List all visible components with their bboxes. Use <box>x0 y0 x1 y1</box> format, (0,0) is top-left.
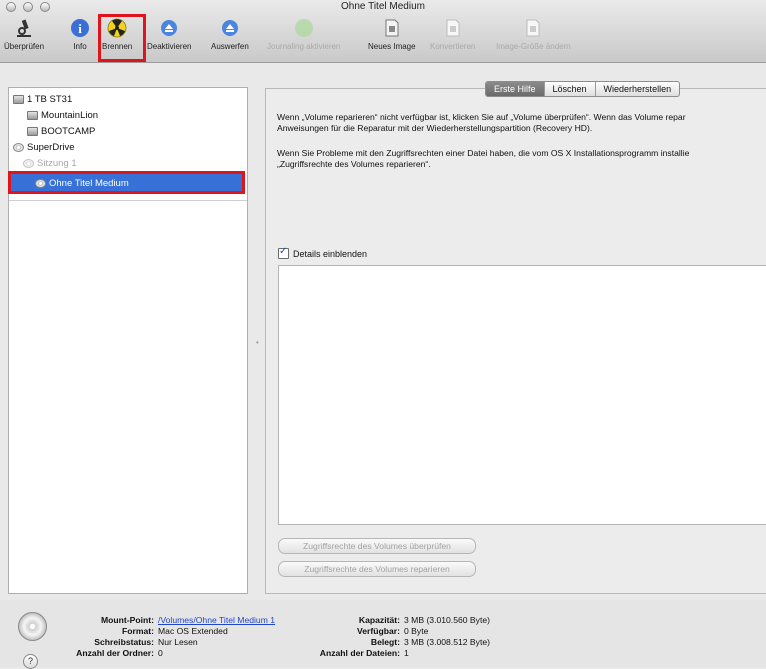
info-value: 1 <box>404 648 409 658</box>
first-aid-text-line: „Zugriffsrechte des Volumes reparieren“. <box>277 159 431 169</box>
toolbar-convert-button[interactable]: Konvertieren <box>430 18 475 51</box>
sidebar-item-bootcamp[interactable]: BOOTCAMP <box>27 123 265 139</box>
volume-icon <box>27 110 38 120</box>
toolbar-label: Deaktivieren <box>147 42 192 51</box>
verify-permissions-button[interactable]: Zugriffsrechte des Volumes überprüfen <box>278 538 476 554</box>
mount-point-link[interactable]: /Volumes/Ohne Titel Medium 1 <box>158 615 275 625</box>
sidebar-item-label: SuperDrive <box>27 141 75 153</box>
info-value: Mac OS Extended <box>158 626 228 636</box>
convert-icon <box>446 19 460 37</box>
info-label: Schreibstatus: <box>94 637 154 647</box>
info-label: Mount-Point: <box>101 615 154 625</box>
info-value: 0 Byte <box>404 626 429 636</box>
toolbar-label: Konvertieren <box>430 42 476 51</box>
toolbar-journaling-button[interactable]: Journaling aktivieren <box>267 18 340 51</box>
sidebar-divider <box>9 200 247 201</box>
info-label: Kapazität: <box>358 615 400 625</box>
sidebar-item-disk[interactable]: 1 TB ST31 <box>13 91 251 107</box>
available-row: Verfügbar: 0 Byte <box>300 626 428 636</box>
tab-first-aid[interactable]: Erste Hilfe <box>486 82 545 96</box>
sidebar-item-label: MountainLion <box>41 109 99 121</box>
tab-bar: Erste Hilfe Löschen Wiederherstellen <box>485 81 681 97</box>
info-label: Anzahl der Ordner: <box>76 648 154 658</box>
first-aid-text-line: Wenn Sie Probleme mit den Zugriffsrechte… <box>277 148 690 158</box>
toolbar-eject-button[interactable]: Auswerfen <box>211 18 249 51</box>
write-status-row: Schreibstatus: Nur Lesen <box>60 637 198 647</box>
optical-drive-icon <box>13 142 24 152</box>
info-label: Format: <box>122 626 154 636</box>
svg-text:i: i <box>78 21 82 36</box>
info-value: Nur Lesen <box>158 637 198 647</box>
sidebar-item-mountainlion[interactable]: MountainLion <box>27 107 265 123</box>
repair-permissions-button[interactable]: Zugriffsrechte des Volumes reparieren <box>278 561 476 577</box>
window-title: Ohne Titel Medium <box>341 1 425 12</box>
tab-erase[interactable]: Löschen <box>545 82 596 96</box>
hard-disk-icon <box>13 94 24 104</box>
info-value: 3 MB (3.008.512 Byte) <box>404 637 490 647</box>
info-label: Anzahl der Dateien: <box>319 648 400 658</box>
toolbar-deactivate-button[interactable]: Deaktivieren <box>147 18 191 51</box>
toolbar-label: Neues Image <box>368 42 416 51</box>
sidebar-item-label: 1 TB ST31 <box>27 93 73 105</box>
journaling-icon <box>294 19 313 37</box>
toolbar-info-button[interactable]: i Info <box>70 18 90 51</box>
first-aid-text-line: Wenn „Volume reparieren“ nicht verfügbar… <box>277 112 686 122</box>
sidebar-item-superdrive[interactable]: SuperDrive <box>13 139 251 155</box>
new-image-icon <box>385 19 399 37</box>
tab-restore[interactable]: Wiederherstellen <box>596 82 680 96</box>
toolbar-verify-button[interactable]: Überprüfen <box>4 18 44 51</box>
session-icon <box>23 158 34 168</box>
info-label: Verfügbar: <box>357 626 400 636</box>
sidebar-item-label: BOOTCAMP <box>41 125 96 137</box>
format-row: Format: Mac OS Extended <box>60 626 228 636</box>
burn-highlight-box <box>98 14 146 62</box>
disc-icon <box>18 612 47 641</box>
first-aid-text-line: Anweisungen für die Reparatur mit der Wi… <box>277 123 593 133</box>
sidebar-item-session[interactable]: Sitzung 1 <box>23 155 261 171</box>
toolbar-new-image-button[interactable]: Neues Image <box>368 18 416 51</box>
info-label: Belegt: <box>370 637 400 647</box>
toolbar-label: Journaling aktivieren <box>267 42 341 51</box>
capacity-row: Kapazität: 3 MB (3.010.560 Byte) <box>300 615 490 625</box>
toolbar-label: Überprüfen <box>4 42 45 51</box>
details-log-area[interactable] <box>278 265 766 525</box>
details-label: Details einblenden <box>293 248 368 259</box>
disk-source-list: 1 TB ST31 MountainLion BOOTCAMP SuperDri… <box>8 87 248 594</box>
split-view-handle[interactable]: • <box>256 338 259 347</box>
info-value: 0 <box>158 648 163 658</box>
volume-icon <box>27 126 38 136</box>
eject-icon <box>221 20 238 36</box>
microscope-icon <box>17 19 32 37</box>
toolbar-resize-image-button[interactable]: Image-Größe ändern <box>496 18 571 51</box>
used-row: Belegt: 3 MB (3.008.512 Byte) <box>300 637 490 647</box>
mount-point-row: Mount-Point: /Volumes/Ohne Titel Medium 1 <box>60 615 275 625</box>
details-toggle[interactable]: Details einblenden <box>278 246 368 259</box>
toolbar-label: Image-Größe ändern <box>496 42 571 51</box>
resize-image-icon <box>526 19 540 37</box>
info-icon: i <box>71 19 89 37</box>
file-count-row: Anzahl der Dateien: 1 <box>300 648 409 658</box>
folder-count-row: Anzahl der Ordner: 0 <box>60 648 163 658</box>
medium-highlight-box <box>8 171 245 194</box>
sidebar-item-label: Sitzung 1 <box>37 157 77 169</box>
info-value: 3 MB (3.010.560 Byte) <box>404 615 490 625</box>
toolbar-label: Auswerfen <box>211 42 249 51</box>
details-checkbox[interactable] <box>278 246 289 259</box>
eject-disable-icon <box>161 20 178 36</box>
toolbar-label: Info <box>73 42 87 51</box>
